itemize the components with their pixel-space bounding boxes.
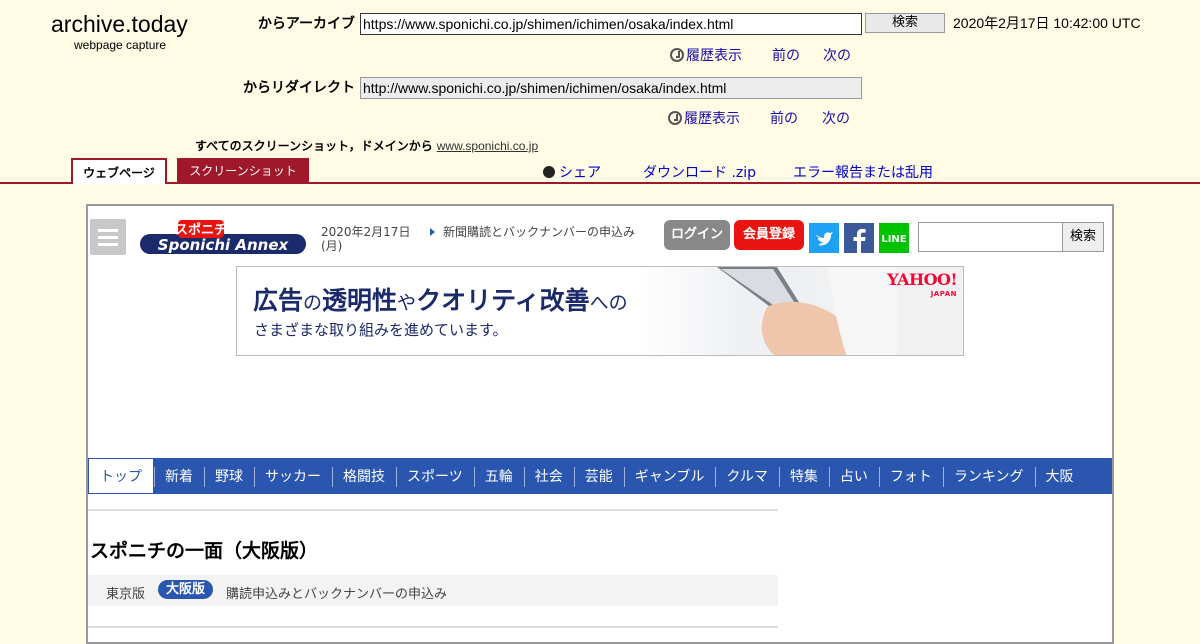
section-divider — [88, 509, 778, 511]
all-screenshots-line: すべてのスクリーンショット，ドメインから www.sponichi.co.jp — [195, 137, 538, 154]
archive-timestamp: 2020年2月17日 10:42:00 UTC — [953, 15, 1141, 31]
nav-item-baseball[interactable]: 野球 — [204, 459, 254, 495]
ad-banner[interactable]: 広告の透明性やクオリティ改善への さまざまな取り組みを進めています。 YAHOO… — [236, 266, 964, 356]
all-screenshots-text: すべてのスクリーンショット，ドメインから — [195, 139, 433, 153]
register-button[interactable]: 会員登録 — [734, 220, 804, 250]
captured-page: スポニチ Sponichi Annex 2020年2月17日(月) 新聞購読とバ… — [86, 204, 1114, 644]
svg-text:LINE: LINE — [881, 234, 906, 245]
archive-url-input[interactable]: https://www.sponichi.co.jp/shimen/ichime… — [360, 13, 862, 35]
prev-link[interactable]: 前の — [772, 45, 800, 65]
nav-item-photo[interactable]: フォト — [878, 459, 943, 495]
next-link[interactable]: 次の — [823, 45, 851, 65]
archive-header: archive.today webpage capture からアーカイブ ht… — [0, 0, 1200, 184]
section-divider — [88, 626, 778, 628]
banner-particle: への — [589, 292, 628, 314]
download-link[interactable]: ダウンロード .zip — [643, 162, 756, 182]
nav-item-features[interactable]: 特集 — [778, 459, 829, 495]
nav-item-osaka[interactable]: 大阪 — [1034, 459, 1085, 495]
archive-from-label: からアーカイブ — [257, 16, 355, 32]
banner-word: 広告 — [253, 286, 304, 315]
banner-subline: さまざまな取り組みを進めています。 — [254, 321, 508, 339]
tab-screenshot[interactable]: スクリーンショット — [177, 158, 309, 182]
history-icon — [668, 111, 682, 125]
nav-item-ranking[interactable]: ランキング — [942, 459, 1035, 495]
sponichi-annex-logo[interactable]: スポニチ Sponichi Annex — [138, 220, 308, 258]
banner-word: クオリティ改善 — [416, 286, 590, 315]
page-title: スポニチの一面（大阪版） — [90, 540, 319, 562]
archive-redirect-url[interactable]: http://www.sponichi.co.jp/shimen/ichimen… — [360, 77, 862, 99]
facebook-icon[interactable] — [844, 223, 874, 253]
history-link-label: 履歴表示 — [686, 48, 742, 64]
login-button[interactable]: ログイン — [664, 220, 730, 250]
site-search-button[interactable]: 検索 — [1062, 222, 1104, 252]
history-link[interactable]: 履歴表示 — [670, 45, 742, 65]
banner-hand-image — [717, 267, 897, 355]
nav-item-latest[interactable]: 新着 — [154, 459, 204, 495]
history-link-2[interactable]: 履歴表示 — [668, 108, 740, 128]
tab-webpage[interactable]: ウェブページ — [71, 158, 167, 184]
svg-text:Sponichi Annex: Sponichi Annex — [158, 236, 290, 254]
share-label: シェア — [559, 165, 601, 181]
nav-item-entertainment[interactable]: 芸能 — [573, 459, 624, 495]
menu-bar — [98, 243, 118, 246]
nav-item-fortune[interactable]: 占い — [828, 459, 879, 495]
banner-particle: の — [303, 292, 323, 314]
nav-item-soccer[interactable]: サッカー — [254, 459, 332, 495]
edition-tokyo-link[interactable]: 東京版 — [106, 583, 145, 602]
report-link[interactable]: エラー報告または乱用 — [793, 162, 933, 182]
archive-redirect-label: からリダイレクト — [243, 80, 355, 96]
menu-bar — [98, 236, 118, 239]
share-icon — [543, 166, 555, 178]
archive-brand-sub: webpage capture — [74, 38, 167, 52]
history-icon — [670, 48, 684, 62]
nav-item-society[interactable]: 社会 — [523, 459, 574, 495]
site-search-input[interactable] — [918, 222, 1064, 252]
menu-bar — [98, 229, 118, 232]
banner-particle: や — [397, 292, 417, 314]
archive-search-button[interactable]: 検索 — [865, 13, 945, 33]
history-link-label: 履歴表示 — [684, 111, 740, 127]
line-icon[interactable]: LINE — [879, 223, 909, 253]
nav-item-gambling[interactable]: ギャンブル — [623, 459, 716, 495]
nav-item-top[interactable]: トップ — [88, 458, 154, 494]
prev-link-2[interactable]: 前の — [770, 108, 798, 128]
nav-item-martial-arts[interactable]: 格闘技 — [332, 459, 396, 495]
edition-bar: 東京版 大阪版 購読申込みとバックナンバーの申込み — [88, 575, 778, 606]
share-link[interactable]: シェア — [543, 162, 601, 182]
page-date: 2020年2月17日(月) — [321, 225, 411, 253]
subscription-link-label: 新聞購読とバックナンバーの申込み — [443, 225, 636, 239]
edition-subscribe-link[interactable]: 購読申込みとバックナンバーの申込み — [226, 583, 447, 602]
next-link-2[interactable]: 次の — [822, 108, 850, 128]
archive-brand[interactable]: archive.today — [51, 11, 188, 38]
twitter-icon[interactable] — [809, 223, 839, 253]
subscription-link[interactable]: 新聞購読とバックナンバーの申込み — [430, 225, 646, 239]
yahoo-japan-text: JAPAN — [930, 290, 957, 298]
banner-headline: 広告の透明性やクオリティ改善への — [253, 281, 628, 317]
yahoo-japan-logo: YAHOO! JAPAN — [887, 272, 957, 301]
nav-item-sports[interactable]: スポーツ — [396, 459, 474, 495]
nav-item-cars[interactable]: クルマ — [715, 459, 779, 495]
nav-item-olympics[interactable]: 五輪 — [473, 459, 524, 495]
edition-osaka-badge[interactable]: 大阪版 — [158, 580, 214, 599]
banner-word: 透明性 — [322, 286, 398, 315]
category-navbar: トップ 新着 野球 サッカー 格闘技 スポーツ 五輪 社会 芸能 ギャンブル クルマ 特集 占い フォトラ… — [88, 458, 1112, 495]
hamburger-menu-button[interactable] — [90, 219, 126, 255]
domain-link[interactable]: www.sponichi.co.jp — [437, 139, 538, 153]
